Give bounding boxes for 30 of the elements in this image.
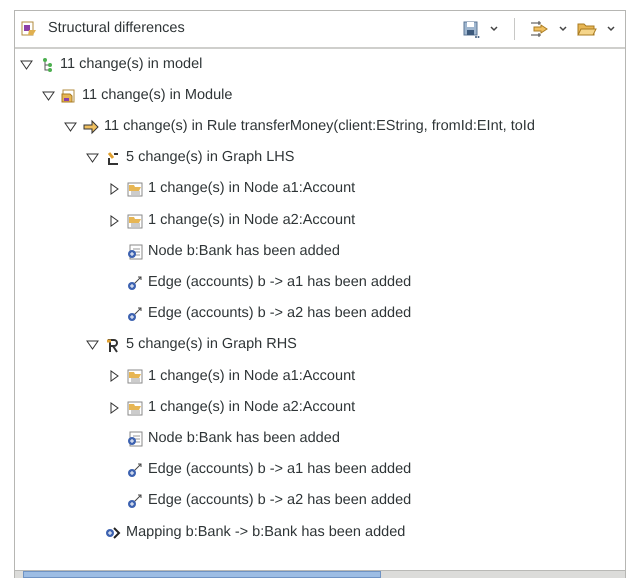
tree-item[interactable]: Edge (accounts) b -> a2 has been added: [148, 490, 412, 512]
collapse-toggle[interactable]: [85, 152, 101, 164]
collapse-toggle[interactable]: [41, 90, 57, 102]
tree-item[interactable]: Mapping b:Bank -> b:Bank has been added: [126, 522, 406, 544]
tree-item[interactable]: Node b:Bank has been added: [148, 240, 340, 263]
caret-icon: [557, 24, 569, 34]
tree-item[interactable]: Node b:Bank has been added: [148, 428, 340, 450]
view-icon: [21, 21, 37, 37]
collapse-toggle[interactable]: [19, 58, 35, 71]
horizontal-scrollbar[interactable]: [15, 570, 625, 578]
caret-icon: [605, 24, 617, 34]
tree-item[interactable]: 1 change(s) in Node a2:Account: [148, 210, 356, 232]
tree-item[interactable]: Edge (accounts) b -> a1 has been added: [148, 459, 412, 481]
tree-item[interactable]: 1 change(s) in Node a1:Account: [148, 178, 356, 200]
tree-item[interactable]: 5 change(s) in Graph RHS: [126, 334, 297, 356]
merge-arrows-icon: [529, 19, 549, 39]
tree-item[interactable]: 1 change(s) in Node a2:Account: [148, 396, 356, 419]
scrollbar-thumb[interactable]: [23, 571, 381, 578]
collapse-toggle[interactable]: [85, 339, 101, 352]
save-icon: [462, 20, 480, 38]
tree-item[interactable]: 1 change(s) in Node a1:Account: [148, 366, 356, 388]
view-title: Structural differences: [48, 19, 185, 38]
tree-item[interactable]: Edge (accounts) b -> a2 has been added: [148, 303, 412, 325]
tree-item[interactable]: 5 change(s) in Graph LHS: [126, 147, 294, 170]
caret-icon: [488, 24, 500, 34]
tree-item[interactable]: 11 change(s) in model: [60, 54, 202, 76]
tree-item[interactable]: 11 change(s) in Rule transferMoney(client:EString, fromId:EInt, toId: [104, 116, 535, 138]
tree-item[interactable]: 11 change(s) in Module: [82, 84, 232, 107]
collapse-toggle[interactable]: [63, 120, 79, 133]
tree-item[interactable]: Edge (accounts) b -> a1 has been added: [148, 272, 412, 294]
